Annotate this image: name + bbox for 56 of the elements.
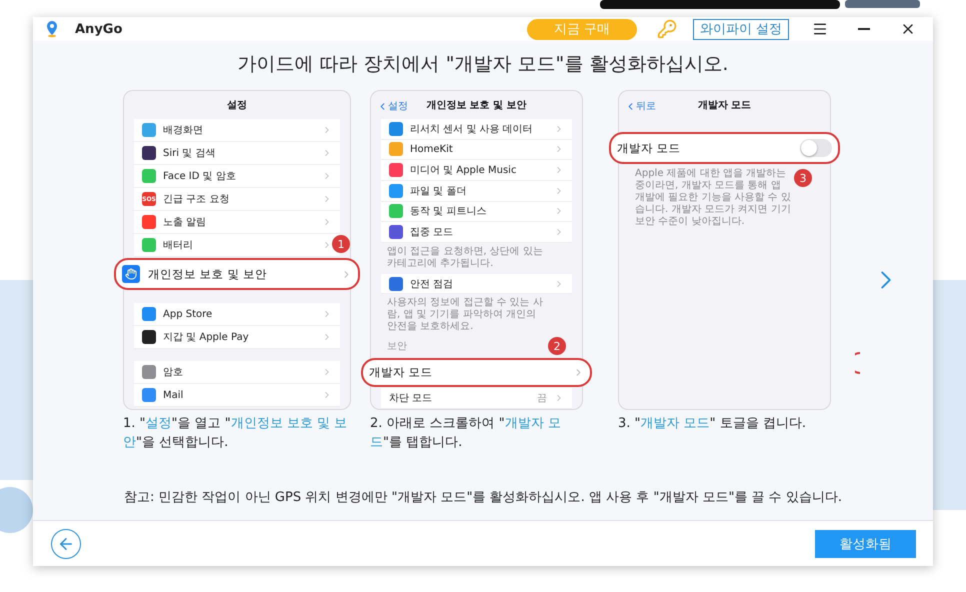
screen-title: 개인정보 보호 및 보안 bbox=[426, 99, 527, 112]
settings-row[interactable]: 동작 및 피트니스 bbox=[381, 202, 572, 222]
row-label: 차단 모드 bbox=[389, 392, 434, 406]
settings-row[interactable]: Siri 및 검색 bbox=[134, 142, 340, 165]
highlighted-row[interactable]: 개발자 모드 bbox=[609, 132, 840, 164]
row-label: 암호 bbox=[163, 366, 184, 379]
settings-row[interactable]: 미디어 및 Apple Music bbox=[381, 160, 572, 181]
settings-row[interactable]: HomeKit bbox=[381, 140, 572, 160]
screen-title: 개발자 모드 bbox=[698, 99, 752, 112]
step-caption: 3. "개발자 모드" 토글을 켭니다. bbox=[618, 415, 808, 433]
row-label: 배터리 bbox=[163, 239, 194, 252]
row-label: 파일 및 폴더 bbox=[410, 184, 468, 198]
highlighted-row[interactable]: 개인정보 보호 및 보안 bbox=[114, 258, 360, 290]
row-label: 집중 모드 bbox=[410, 226, 454, 239]
settings-row[interactable]: 차단 모드 끔 bbox=[381, 388, 572, 409]
settings-row[interactable]: 파일 및 폴더 bbox=[381, 180, 572, 202]
hint-text: 앱이 접근을 요청하면, 상단에 있는 카테고리에 추가됩니다. bbox=[387, 246, 544, 270]
step-number: 2 bbox=[548, 337, 566, 356]
step-caption: 1. "설정"을 열고 "개인정보 보호 및 보안"을 선택합니다. bbox=[123, 415, 348, 452]
settings-row[interactable]: 배경화면 bbox=[134, 119, 340, 142]
wifi-settings-button[interactable]: 와이파이 설정 bbox=[692, 18, 789, 40]
settings-row[interactable]: Face ID 및 암호 bbox=[134, 165, 340, 188]
settings-row[interactable]: App Store bbox=[134, 303, 340, 326]
row-label: 배경화면 bbox=[163, 124, 204, 137]
settings-row[interactable]: 노출 알림 bbox=[134, 211, 340, 234]
row-label: 지갑 및 Apple Pay bbox=[163, 331, 250, 344]
hint-text: Apple 제품에 대한 앱을 개발하는 중이라면, 개발자 모드를 통해 앱 개발에 필요한 기능을 사용할 수 있습니다. 개발자 모드가 켜지면 기기 보안 수준이 낮아집니다. bbox=[635, 168, 792, 228]
screen-title: 설정 bbox=[227, 99, 247, 112]
settings-row[interactable]: 리서치 센서 및 사용 데이터 bbox=[381, 119, 572, 140]
settings-row[interactable]: 집중 모드 bbox=[381, 222, 572, 243]
settings-row[interactable]: Mail bbox=[134, 384, 340, 407]
settings-row[interactable]: 안전 점검 bbox=[381, 274, 572, 294]
row-label: Face ID 및 암호 bbox=[163, 170, 237, 183]
row-label: App Store bbox=[163, 308, 214, 320]
step-number: 1 bbox=[332, 235, 350, 253]
hint-text: 사용자의 정보에 접근할 수 있는 사람, 앱 및 기기를 파악하여 개인의 안전을 보호하세요. bbox=[387, 297, 544, 334]
section-label: 보안 bbox=[387, 340, 407, 354]
guide-heading: 가이드에 따라 장치에서 "개발자 모드"를 활성화하십시오. bbox=[236, 52, 730, 77]
settings-row[interactable]: 암호 bbox=[134, 361, 340, 384]
step-caption: 2. 아래로 스크롤하여 "개발자 모드"를 탭합니다. bbox=[370, 415, 562, 452]
row-label: 리서치 센서 및 사용 데이터 bbox=[410, 122, 534, 136]
row-label: 동작 및 피트니스 bbox=[410, 205, 488, 218]
note-text: 참고: 민감한 작업이 아닌 GPS 위치 변경에만 "개발자 모드"를 활성화하십시오. 앱 사용 후 "개발자 모드"를 끌 수 있습니다. bbox=[123, 489, 843, 506]
row-label: 노출 알림 bbox=[163, 216, 208, 229]
highlighted-row[interactable]: 개발자 모드 bbox=[361, 358, 592, 388]
row-label: Siri 및 검색 bbox=[163, 147, 216, 160]
row-value: 끔 bbox=[537, 392, 547, 406]
app-name: AnyGo bbox=[75, 22, 122, 36]
row-label: 안전 점검 bbox=[410, 278, 454, 291]
row-label: 긴급 구조 요청 bbox=[163, 193, 230, 206]
settings-row[interactable]: 배터리 bbox=[134, 234, 340, 257]
settings-row[interactable]: 지갑 및 Apple Pay bbox=[134, 326, 340, 349]
row-label: HomeKit bbox=[410, 144, 454, 155]
step-number: 3 bbox=[794, 169, 812, 187]
row-label: 미디어 및 Apple Music bbox=[410, 164, 518, 178]
row-label: Mail bbox=[163, 390, 184, 400]
